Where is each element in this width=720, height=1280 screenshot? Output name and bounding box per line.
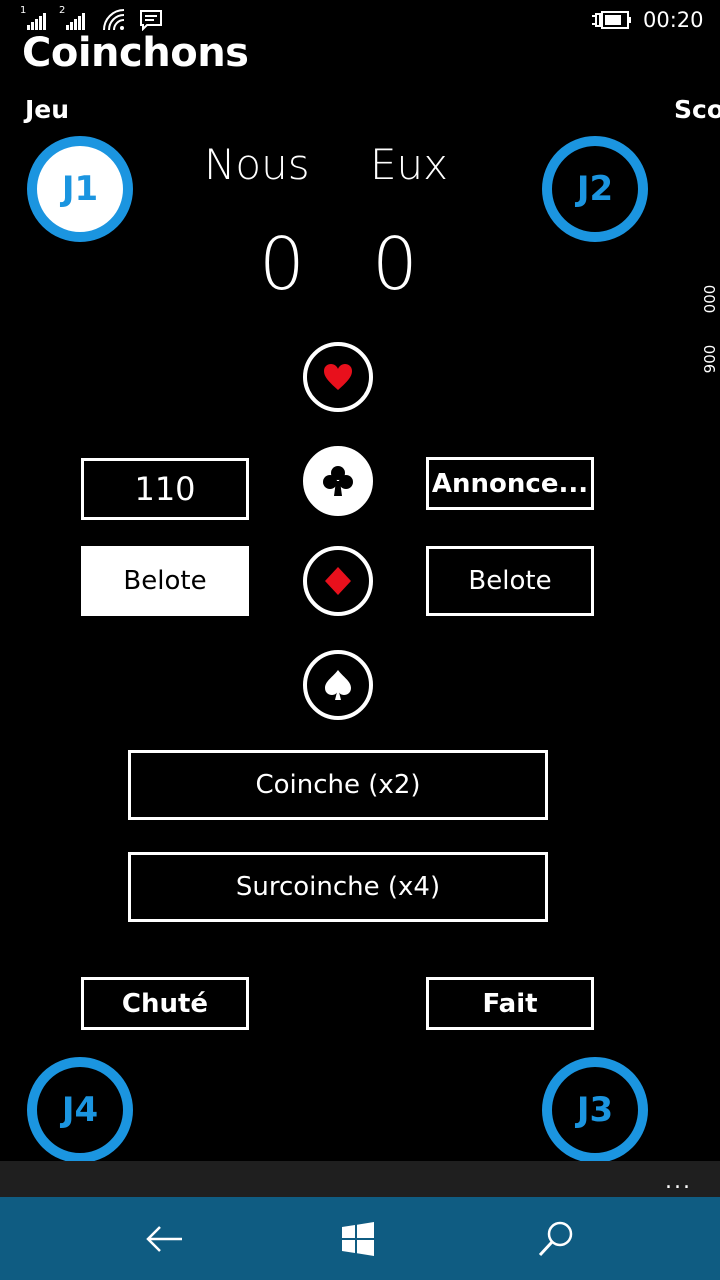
player-j4-badge[interactable]: J4 [27,1057,133,1163]
signal-icon-sim2: 2 [59,5,85,32]
side-score-2: 900 [701,344,719,374]
start-button[interactable] [334,1215,382,1263]
spades-icon [325,670,351,700]
suit-hearts-button[interactable] [303,342,373,412]
fait-button[interactable]: Fait [426,977,594,1030]
pivot-tab-score[interactable]: Sco [674,95,720,124]
team-us-label: Nous [204,140,310,189]
hearts-icon [324,364,352,390]
belote-them-toggle[interactable]: Belote [426,546,594,616]
sim2-label: 2 [59,5,66,16]
bid-value-field[interactable]: 110 [81,458,249,520]
player-j3-badge[interactable]: J3 [542,1057,648,1163]
windows-logo-icon [342,1222,374,1256]
suit-diamonds-button[interactable] [303,546,373,616]
side-score-1: 000 [701,284,719,314]
team-them-score: 0 [372,222,418,306]
coinche-button[interactable]: Coinche (x2) [128,750,548,820]
chute-button[interactable]: Chuté [81,977,249,1030]
signal-icon-sim1: 1 [20,5,46,32]
team-us-score: 0 [259,222,305,306]
app-bar: ... [0,1161,720,1197]
player-j1-badge[interactable]: J1 [27,136,133,242]
surcoinche-button[interactable]: Surcoinche (x4) [128,852,548,922]
back-button[interactable] [140,1215,188,1263]
system-nav-bar [0,1197,720,1280]
search-button[interactable] [532,1215,580,1263]
back-arrow-icon [146,1226,182,1252]
wifi-icon [103,9,125,31]
suit-clubs-button[interactable] [303,446,373,516]
clubs-icon [323,466,353,496]
message-icon [140,10,162,31]
team-them-label: Eux [370,140,449,189]
battery-charging-icon [592,11,631,29]
announce-button[interactable]: Annonce... [426,457,594,510]
more-options-button[interactable]: ... [665,1169,692,1194]
suit-spades-button[interactable] [303,650,373,720]
pivot-tab-jeu[interactable]: Jeu [25,95,69,124]
belote-us-toggle[interactable]: Belote [81,546,249,616]
diamonds-icon [325,567,351,595]
sim1-label: 1 [20,5,27,16]
player-j2-badge[interactable]: J2 [542,136,648,242]
search-icon [538,1221,573,1257]
app-title: Coinchons [22,30,249,76]
clock: 00:20 [643,8,704,32]
